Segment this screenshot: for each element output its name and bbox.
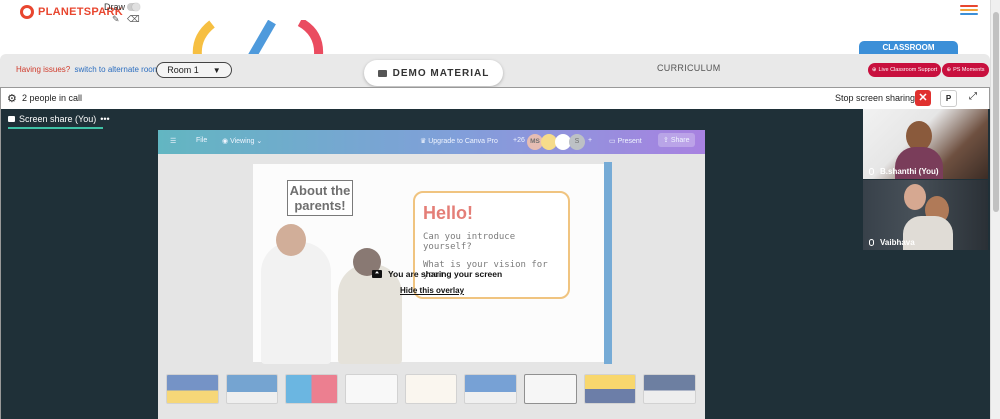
sharing-message-text: You are sharing your screen [388, 269, 503, 279]
caret-down-icon: ▼ [212, 65, 221, 75]
participant-name: Vaibhava [880, 238, 915, 247]
sharing-message: You are sharing your screen [372, 269, 502, 279]
tab-curriculum[interactable]: CURRICULUM [657, 63, 721, 73]
screen-share-icon [372, 270, 382, 278]
pencil-icon[interactable]: ✎ [112, 14, 120, 25]
p-button[interactable]: P [940, 90, 957, 107]
draw-toggle[interactable] [127, 3, 140, 11]
screen-share-icon [8, 116, 15, 122]
room-select-value: Room 1 [167, 65, 199, 75]
tab-screen-share-label: Screen share (You) [19, 114, 97, 124]
more-options-icon[interactable]: ••• [100, 114, 109, 124]
mic-icon [869, 239, 874, 246]
participant-tile[interactable]: Vaibhava [863, 180, 988, 250]
draw-label: Draw [104, 2, 126, 12]
tab-screen-share[interactable]: Screen share (You) ••• [8, 114, 110, 124]
expand-icon[interactable]: ⤢ [969, 91, 977, 102]
issue-notice: Having issues? switch to alternate room [16, 65, 159, 74]
hamburger-menu-icon[interactable] [960, 5, 978, 17]
demo-material-button[interactable]: DEMO MATERIAL [364, 60, 503, 86]
ps-moments-label: PS Moments [953, 67, 985, 73]
participant-name: B.shanthi (You) [880, 167, 939, 176]
participant-tile[interactable]: B.shanthi (You) [863, 109, 988, 179]
room-select[interactable]: Room 1 ▼ [156, 62, 232, 78]
issue-text: Having issues? [16, 65, 71, 74]
page-scrollbar[interactable] [990, 0, 1000, 419]
participant-video [904, 184, 926, 210]
plus-circle-icon: ⊕ [871, 67, 877, 73]
top-bar: PLANETSPARK Draw ✎ ⌫ [0, 0, 990, 24]
alternate-room-link[interactable]: switch to alternate room [74, 65, 159, 74]
people-count: 2 people in call [22, 93, 83, 103]
live-support-button[interactable]: ⊕ Live Classroom Support [868, 63, 941, 77]
mic-icon [869, 168, 874, 175]
eraser-icon[interactable]: ⌫ [127, 14, 140, 25]
logo-icon [20, 5, 34, 19]
ps-moments-button[interactable]: ⊕ PS Moments [942, 63, 989, 77]
plus-circle-icon: ⊕ [946, 67, 952, 73]
tab-active-underline [8, 127, 103, 129]
participant-label: Vaibhava [869, 238, 915, 247]
live-support-label: Live Classroom Support [878, 67, 938, 73]
call-bar: ⚙ 2 people in call Stop screen sharing ✕… [0, 87, 990, 109]
stop-sharing-label: Stop screen sharing [835, 93, 916, 103]
hide-overlay-link[interactable]: Hide this overlay [400, 286, 464, 295]
demo-material-label: DEMO MATERIAL [392, 67, 490, 79]
stop-sharing-button[interactable]: ✕ [915, 90, 931, 106]
scrollbar-thumb[interactable] [993, 12, 999, 212]
participant-label: B.shanthi (You) [869, 167, 939, 176]
gear-icon[interactable]: ⚙ [7, 92, 17, 105]
folder-icon [377, 69, 387, 77]
